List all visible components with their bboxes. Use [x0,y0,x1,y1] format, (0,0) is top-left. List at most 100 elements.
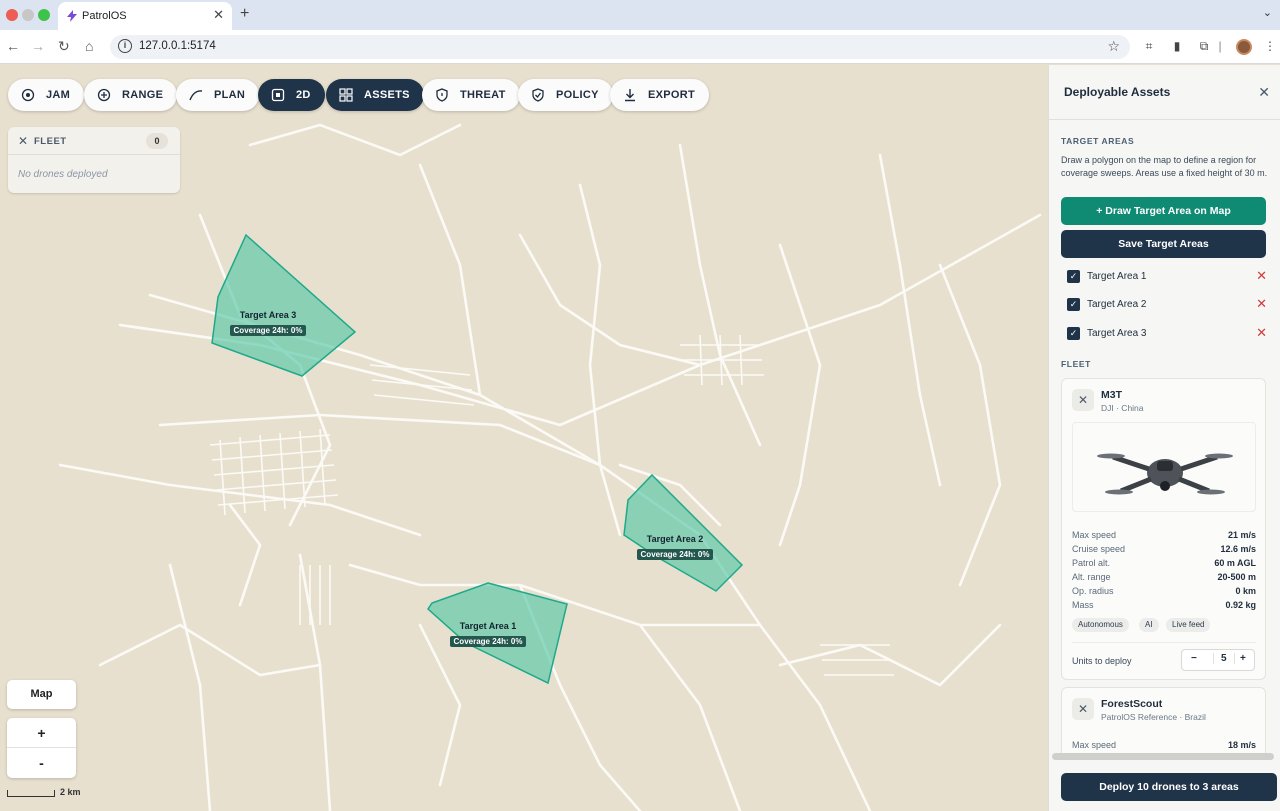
site-info-icon[interactable]: i [118,39,132,53]
target-area-list-item: ✓ Target Area 1 ✕ [1067,268,1267,285]
delete-target-area-2-icon[interactable]: ✕ [1256,296,1267,312]
spec-row: Patrol alt. 60 m AGL [1072,558,1256,568]
drone-card-forestscout: ✕ ForestScout PatrolOS Reference · Brazi… [1061,687,1266,757]
drone-image [1072,422,1256,512]
target-area-2-name: Target Area 2 [646,534,704,544]
capability-tag: AI [1139,618,1159,632]
address-bar[interactable]: i 127.0.0.1:5174 ☆ [110,35,1130,59]
browser-tabbar: PatrolOS ✕ + ⌄ [0,0,1280,30]
increment-button[interactable]: + [1240,653,1246,664]
grid-icon [338,87,354,103]
zoom-in-button[interactable]: + [7,718,76,748]
browser-menu-icon[interactable]: ⋮ [1263,39,1277,53]
spec-row: Op. radius 0 km [1072,586,1256,596]
range-button[interactable]: RANGE [84,79,178,111]
export-button[interactable]: EXPORT [610,79,710,111]
tab-list-chevron-icon[interactable]: ⌄ [1263,6,1272,19]
reload-icon[interactable]: ↻ [58,38,70,55]
spec-value: 60 m AGL [1214,558,1256,568]
new-tab-icon[interactable]: + [240,5,249,23]
threat-button[interactable]: THREAT [422,79,520,111]
spec-row: Max speed 18 m/s [1072,740,1256,750]
target-areas-heading: TARGET AREAS [1061,136,1135,146]
spec-label: Cruise speed [1072,544,1126,554]
scale-bar [7,790,55,797]
capability-tag: Autonomous [1072,618,1129,632]
target-area-2-polygon[interactable] [623,473,744,592]
spec-label: Patrol alt. [1072,558,1111,568]
decrement-button[interactable]: − [1191,653,1197,664]
target-area-3-label: Target Area 3 Coverage 24h: 0% [228,310,308,338]
scale-label: 2 km [60,787,81,797]
target-area-1-label: Target Area 1 Coverage 24h: 0% [448,621,528,649]
fleet-summary-header[interactable]: ✕ FLEET 0 [8,127,180,155]
url-text: 127.0.0.1:5174 [139,40,216,52]
back-arrow-icon[interactable]: ← [6,38,20,54]
close-panel-icon[interactable]: ✕ [1258,84,1270,101]
target-area-list-item: ✓ Target Area 2 ✕ [1067,296,1267,313]
drone-icon: ✕ [1072,698,1094,720]
range-label: RANGE [122,89,164,101]
home-icon[interactable]: ⌂ [85,38,93,54]
close-window-button[interactable] [6,9,18,21]
target-area-1-name: Target Area 1 [459,621,517,631]
extension-blue-icon[interactable]: ▮ [1170,39,1184,53]
map-canvas[interactable]: Target Area 3 Coverage 24h: 0% Target Ar… [0,65,1048,811]
spec-label: Op. radius [1072,586,1114,596]
2d-button[interactable]: 2D [258,79,325,111]
target-area-3-checkbox[interactable]: ✓ [1067,327,1080,340]
patrolos-logo-icon [67,10,77,22]
units-to-deploy-label: Units to deploy [1072,656,1132,666]
threat-label: THREAT [460,89,506,101]
deploy-drones-button[interactable]: Deploy 10 drones to 3 areas [1061,773,1277,801]
extensions-puzzle-icon[interactable]: ⧉ [1197,39,1211,53]
zoom-out-button[interactable]: - [7,748,76,778]
map-style-button[interactable]: Map [7,680,76,709]
target-area-1-coverage: Coverage 24h: 0% [449,636,527,647]
profile-avatar[interactable] [1236,39,1252,55]
spec-value: 18 m/s [1227,740,1256,750]
target-area-2-checkbox[interactable]: ✓ [1067,298,1080,311]
forward-arrow-icon[interactable]: → [31,38,45,54]
policy-label: POLICY [556,89,599,101]
fleet-heading: FLEET [1061,359,1091,369]
target-area-3-coverage: Coverage 24h: 0% [229,325,307,336]
tab-close-icon[interactable]: ✕ [213,7,224,23]
download-icon [622,87,638,103]
save-target-areas-button[interactable]: Save Target Areas [1061,230,1266,258]
plan-button[interactable]: PLAN [176,79,260,111]
target-area-3-polygon[interactable] [211,233,357,377]
target-area-list-item: ✓ Target Area 3 ✕ [1067,325,1267,342]
spec-row: Mass 0.92 kg [1072,600,1256,610]
jam-button[interactable]: JAM [8,79,85,111]
spec-value: 0 km [1235,586,1256,596]
spec-value: 20-500 m [1217,572,1256,582]
target-area-1-checkbox[interactable]: ✓ [1067,270,1080,283]
delete-target-area-1-icon[interactable]: ✕ [1256,268,1267,284]
browser-tab[interactable]: PatrolOS ✕ [58,2,232,30]
assets-label: ASSETS [364,89,410,101]
spec-label: Mass [1072,600,1094,610]
check-shield-icon [530,87,546,103]
spec-label: Alt. range [1072,572,1111,582]
drone-name: ForestScout [1101,698,1163,710]
units-value[interactable]: 5 [1213,653,1235,664]
target-area-2-coverage: Coverage 24h: 0% [636,549,714,560]
target-area-2-label: Target Area 2 Coverage 24h: 0% [635,534,715,562]
assets-button[interactable]: ASSETS [326,79,424,111]
policy-button[interactable]: POLICY [518,79,613,111]
drone-icon: ✕ [18,134,29,148]
tab-title: PatrolOS [82,10,127,22]
crosshair-icon [96,87,112,103]
shield-icon [434,87,450,103]
minimize-window-button[interactable] [22,9,34,21]
panel-horizontal-scrollbar[interactable] [1052,753,1274,760]
drone-name: M3T [1101,389,1122,401]
browser-toolbar: ← → ↻ ⌂ i 127.0.0.1:5174 ☆ ⌗ ▮ ⧉ | ⋮ [0,30,1280,64]
draw-target-area-button[interactable]: + Draw Target Area on Map [1061,197,1266,225]
maximize-window-button[interactable] [38,9,50,21]
bookmark-star-icon[interactable]: ☆ [1107,38,1120,55]
delete-target-area-3-icon[interactable]: ✕ [1256,325,1267,341]
drone-icon: ✕ [1072,389,1094,411]
translate-icon[interactable]: ⌗ [1142,39,1156,53]
